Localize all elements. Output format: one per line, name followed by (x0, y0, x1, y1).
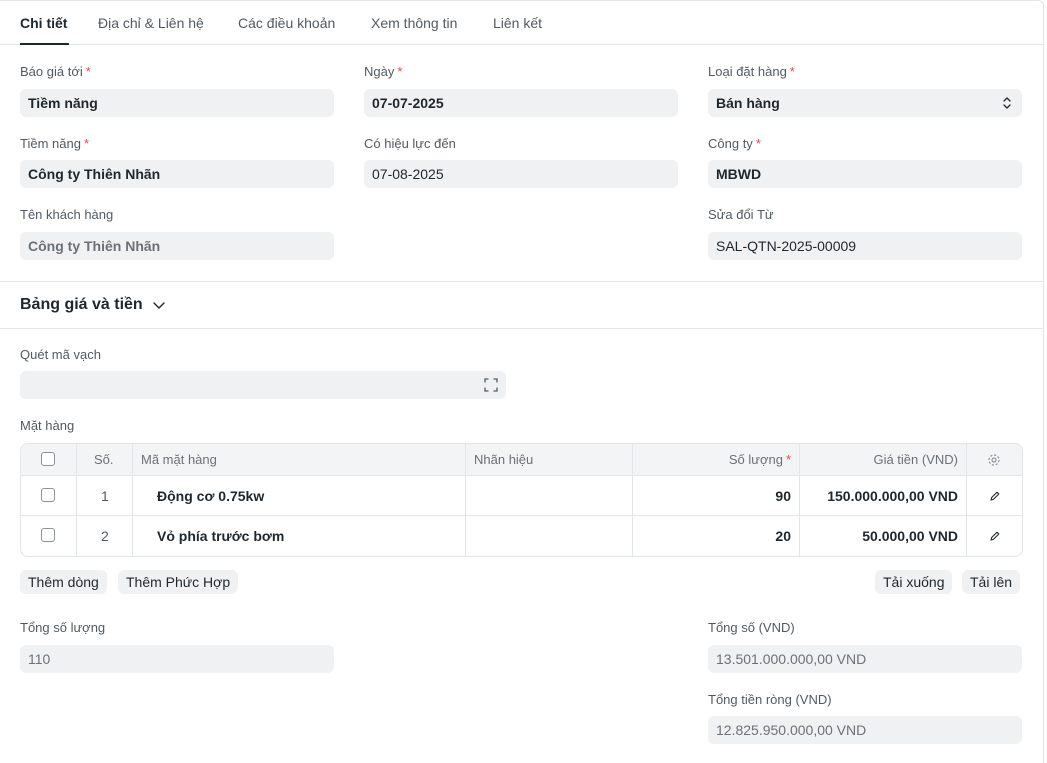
tab-more-info[interactable]: Xem thông tin (371, 15, 457, 31)
edit-pencil-icon[interactable] (989, 490, 1001, 502)
party-field[interactable]: Công ty Thiên Nhãn (20, 160, 334, 188)
company-label: Công ty * (708, 136, 761, 151)
row-no: 1 (101, 488, 109, 504)
col-item-code: Mã mặt hàng (141, 452, 217, 467)
valid-till-field[interactable]: 07-08-2025 (364, 160, 678, 188)
column-divider (465, 444, 466, 556)
tab-connections[interactable]: Liên kết (493, 15, 542, 31)
section-header-divider (0, 328, 1043, 329)
add-multiple-button[interactable]: Thêm Phức Hợp (118, 570, 239, 594)
tab-bar: Chi tiết Địa chỉ & Liên hệ Các điều khoả… (0, 1, 1043, 45)
settings-gear-icon[interactable] (987, 453, 1001, 467)
total-qty-field: 110 (20, 645, 334, 673)
company-field[interactable]: MBWD (708, 160, 1022, 188)
net-total-field: 12.825.950.000,00 VND (708, 716, 1022, 744)
row-qty[interactable]: 20 (775, 528, 791, 544)
row-checkbox[interactable] (41, 528, 55, 542)
party-label: Tiềm năng * (20, 136, 89, 151)
row-qty[interactable]: 90 (775, 488, 791, 504)
chevron-down-icon[interactable] (152, 301, 166, 311)
quotation-to-label: Báo giá tới * (20, 64, 91, 79)
column-divider (966, 444, 967, 556)
date-field[interactable]: 07-07-2025 (364, 89, 678, 117)
col-brand: Nhãn hiệu (474, 452, 534, 467)
column-divider (132, 444, 133, 556)
add-row-button[interactable]: Thêm dòng (20, 570, 107, 594)
scan-icon[interactable] (484, 378, 498, 392)
total-qty-label: Tổng số lượng (20, 620, 106, 635)
order-type-label: Loại đặt hàng * (708, 64, 795, 79)
table-row[interactable]: 2 Vỏ phía trước bơm 20 50.000,00 VND (21, 516, 1022, 556)
edit-pencil-icon[interactable] (989, 530, 1001, 542)
quotation-form: Chi tiết Địa chỉ & Liên hệ Các điều khoả… (0, 0, 1044, 763)
date-label: Ngày * (364, 64, 403, 79)
order-type-select[interactable]: Bán hàng (708, 89, 1022, 117)
active-tab-indicator (20, 43, 69, 45)
barcode-input[interactable] (20, 371, 506, 399)
row-item-code[interactable]: Vỏ phía trước bơm (157, 528, 284, 544)
select-arrows-icon (1003, 97, 1011, 109)
items-table: Số. Mã mặt hàng Nhãn hiệu Số lượng * Giá … (20, 443, 1023, 557)
row-no: 2 (101, 528, 109, 544)
col-rate: Giá tiền (VND) (873, 452, 958, 467)
table-row[interactable]: 1 Động cơ 0.75kw 90 150.000.000,00 VND (21, 476, 1022, 516)
column-divider (632, 444, 633, 556)
tab-address-contact[interactable]: Địa chỉ & Liên hệ (98, 15, 204, 31)
customer-name-label: Tên khách hàng (20, 207, 114, 222)
row-rate[interactable]: 150.000.000,00 VND (827, 488, 958, 504)
row-checkbox[interactable] (41, 488, 55, 502)
valid-till-label: Có hiệu lực đến (364, 136, 456, 151)
column-divider (799, 444, 800, 556)
tab-details[interactable]: Chi tiết (20, 15, 67, 31)
tab-terms[interactable]: Các điều khoản (238, 15, 335, 31)
total-label: Tổng số (VND) (708, 620, 795, 635)
upload-button[interactable]: Tải lên (962, 570, 1021, 594)
col-qty: Số lượng * (728, 452, 791, 467)
table-header: Số. Mã mặt hàng Nhãn hiệu Số lượng * Giá … (21, 444, 1022, 476)
barcode-label: Quét mã vạch (20, 347, 101, 362)
customer-name-field: Công ty Thiên Nhãn (20, 232, 334, 260)
row-rate[interactable]: 50.000,00 VND (862, 528, 958, 544)
row-item-code[interactable]: Động cơ 0.75kw (157, 488, 264, 504)
quotation-to-field[interactable]: Tiềm năng (20, 89, 334, 117)
col-no: Số. (94, 452, 114, 467)
section-divider (0, 281, 1043, 282)
section-title[interactable]: Bảng giá và tiền (20, 296, 143, 314)
total-field: 13.501.000.000,00 VND (708, 645, 1022, 673)
download-button[interactable]: Tải xuống (875, 570, 953, 594)
amended-from-field: SAL-QTN-2025-00009 (708, 232, 1022, 260)
order-type-value: Bán hàng (716, 95, 780, 111)
net-total-label: Tổng tiền ròng (VND) (708, 692, 832, 707)
amended-from-label: Sửa đổi Từ (708, 207, 774, 222)
items-label: Mặt hàng (20, 418, 75, 433)
column-divider (76, 444, 77, 556)
select-all-checkbox[interactable] (41, 452, 55, 466)
